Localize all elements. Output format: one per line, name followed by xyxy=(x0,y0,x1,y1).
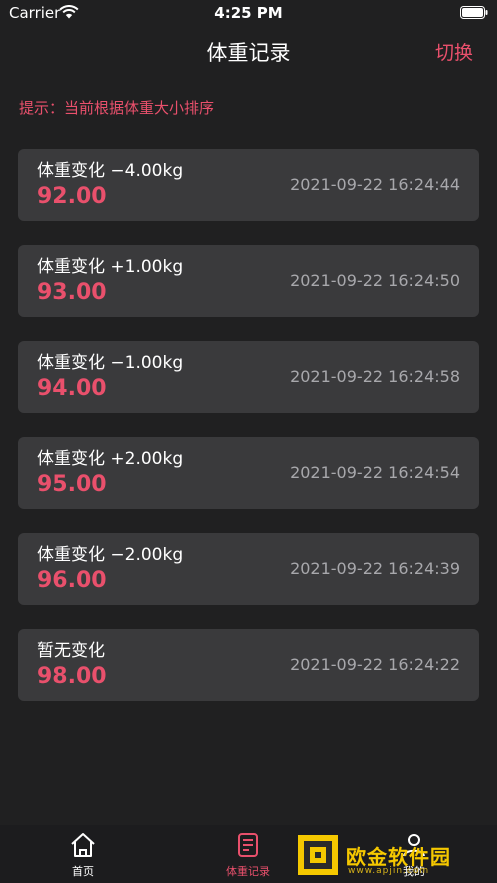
status-time: 4:25 PM xyxy=(214,4,283,22)
record-card[interactable]: 体重变化 +2.00kg 95.00 2021-09-22 16:24:54 xyxy=(18,437,479,509)
record-time: 2021-09-22 16:24:50 xyxy=(290,271,460,290)
record-weight: 92.00 xyxy=(37,184,107,209)
record-weight: 94.00 xyxy=(37,376,107,401)
record-list: 体重变化 −4.00kg 92.00 2021-09-22 16:24:44 体… xyxy=(18,149,479,725)
record-card[interactable]: 体重变化 +1.00kg 93.00 2021-09-22 16:24:50 xyxy=(18,245,479,317)
record-weight: 96.00 xyxy=(37,568,107,593)
record-change: 体重变化 +2.00kg xyxy=(37,449,184,469)
record-change: 体重变化 −2.00kg xyxy=(37,545,184,565)
tab-weight-records[interactable]: 体重记录 xyxy=(208,831,288,879)
page-title: 体重记录 xyxy=(206,41,291,65)
tab-weight-records-label: 体重记录 xyxy=(226,865,270,878)
document-icon xyxy=(238,833,258,857)
record-change: 体重变化 −1.00kg xyxy=(37,353,184,373)
record-change: 体重变化 −4.00kg xyxy=(37,161,184,181)
record-change: 体重变化 +1.00kg xyxy=(37,257,184,277)
record-time: 2021-09-22 16:24:39 xyxy=(290,559,460,578)
record-card[interactable]: 体重变化 −2.00kg 96.00 2021-09-22 16:24:39 xyxy=(18,533,479,605)
record-card[interactable]: 体重变化 −1.00kg 94.00 2021-09-22 16:24:58 xyxy=(18,341,479,413)
record-time: 2021-09-22 16:24:22 xyxy=(290,655,460,674)
tab-home[interactable]: 首页 xyxy=(43,831,123,879)
record-time: 2021-09-22 16:24:58 xyxy=(290,367,460,386)
tab-home-label: 首页 xyxy=(72,865,94,878)
home-icon xyxy=(71,833,95,857)
watermark-url: www.apjin.com xyxy=(348,866,430,876)
record-weight: 93.00 xyxy=(37,280,107,305)
record-card[interactable]: 体重变化 −4.00kg 92.00 2021-09-22 16:24:44 xyxy=(18,149,479,221)
switch-button[interactable]: 切换 xyxy=(435,38,473,65)
record-weight: 95.00 xyxy=(37,472,107,497)
record-change: 暂无变化 xyxy=(37,641,105,661)
record-time: 2021-09-22 16:24:54 xyxy=(290,463,460,482)
battery-icon xyxy=(460,6,488,19)
status-bar: Carrier 4:25 PM xyxy=(0,0,497,26)
watermark-logo xyxy=(298,835,338,875)
record-time: 2021-09-22 16:24:44 xyxy=(290,175,460,194)
sort-hint: 提示：当前根据体重大小排序 xyxy=(19,99,215,117)
record-weight: 98.00 xyxy=(37,664,107,689)
record-card[interactable]: 暂无变化 98.00 2021-09-22 16:24:22 xyxy=(18,629,479,701)
watermark: 欧金软件园 www.apjin.com xyxy=(296,830,492,880)
